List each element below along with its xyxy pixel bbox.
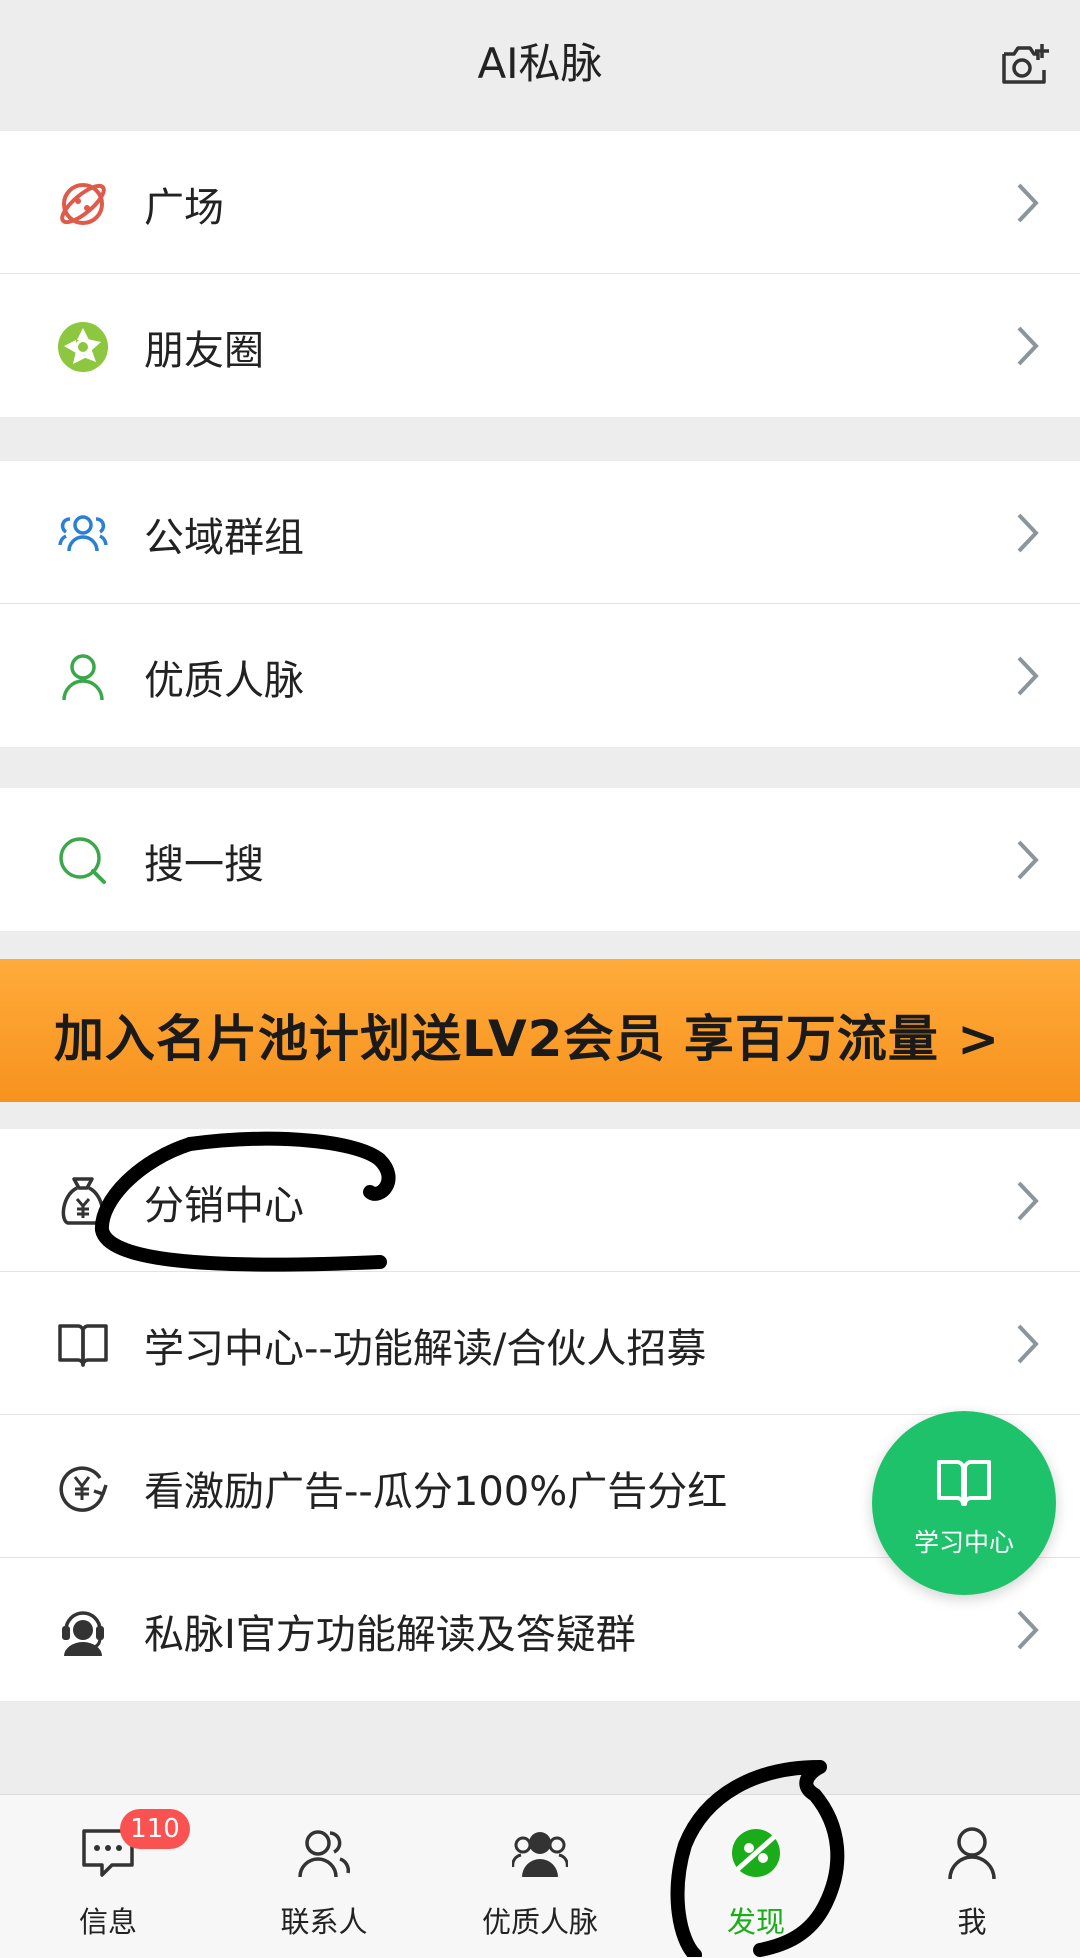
chevron-right-icon: [1017, 1181, 1039, 1221]
tab-label: 优质人脉: [481, 1905, 598, 1939]
bottom-tab-bar: 110 信息 联系人 优质人脉 发现 我: [0, 1794, 1080, 1958]
menu-group-1: 广场 朋友圈: [0, 131, 1080, 417]
page-title: AI私脉: [477, 39, 603, 88]
yuan-refresh-icon: [59, 1466, 108, 1512]
menu-item-search[interactable]: 搜一搜: [0, 788, 1080, 931]
menu-item-label: 朋友圈: [144, 328, 264, 374]
tab-discover[interactable]: 发现: [648, 1795, 864, 1958]
tab-label: 联系人: [280, 1905, 368, 1939]
menu-item-label: 私脉I官方功能解读及答疑群: [144, 1612, 636, 1658]
contacts-icon: [298, 1830, 351, 1878]
menu-item-square[interactable]: 广场: [0, 131, 1080, 274]
headset-support-icon: [62, 1611, 104, 1656]
tab-label: 我: [957, 1905, 987, 1939]
tab-contacts[interactable]: 联系人: [216, 1795, 432, 1958]
tab-label: 发现: [726, 1905, 785, 1939]
menu-item-quality-contacts[interactable]: 优质人脉: [0, 604, 1080, 747]
chevron-right-icon: [1017, 183, 1039, 223]
unread-badge: 110: [120, 1809, 190, 1849]
promo-banner-text: 加入名片池计划送LV2会员 享百万流量 >: [54, 1010, 1001, 1068]
top-bar: AI私脉: [0, 0, 1080, 131]
planet-icon: [60, 183, 106, 225]
menu-item-label: 优质人脉: [144, 658, 304, 704]
fab-label: 学习中心: [913, 1528, 1014, 1557]
chevron-right-icon: [1017, 513, 1039, 553]
menu-group-3: 搜一搜: [0, 788, 1080, 931]
menu-item-label: 搜一搜: [144, 842, 264, 888]
money-bag-icon: [61, 1177, 105, 1225]
menu-group-2: 公域群组 优质人脉: [0, 461, 1080, 747]
menu-group-4: 分销中心 学习中心--功能解读/合伙人招募 看激励广告--瓜分100%广告分红 …: [0, 1129, 1080, 1701]
menu-item-learning-center[interactable]: 学习中心--功能解读/合伙人招募: [0, 1272, 1080, 1415]
discover-planet-icon: [732, 1829, 780, 1877]
chevron-right-icon: [1017, 840, 1039, 880]
learning-center-fab[interactable]: 学习中心: [872, 1411, 1056, 1595]
group-users-icon: [58, 515, 108, 552]
chevron-right-icon: [1017, 656, 1039, 696]
tab-quality-contacts[interactable]: 优质人脉: [432, 1795, 648, 1958]
menu-item-label: 分销中心: [144, 1183, 304, 1229]
me-person-icon: [948, 1827, 996, 1880]
menu-item-label: 广场: [144, 185, 224, 231]
book-icon: [58, 1324, 108, 1367]
search-icon: [59, 837, 106, 884]
menu-item-distribution-center[interactable]: 分销中心: [0, 1129, 1080, 1272]
menu-item-label: 看激励广告--瓜分100%广告分红: [144, 1469, 728, 1515]
menu-item-label: 公域群组: [144, 515, 304, 561]
quality-contacts-icon: [512, 1832, 568, 1877]
menu-item-label: 学习中心--功能解读/合伙人招募: [144, 1326, 707, 1372]
book-icon: [937, 1460, 991, 1506]
chevron-right-icon: [1017, 326, 1039, 366]
tab-me[interactable]: 我: [864, 1795, 1080, 1958]
chevron-right-icon: [1017, 1610, 1039, 1650]
tab-label: 信息: [78, 1905, 137, 1939]
camera-plus-icon[interactable]: [998, 38, 1050, 90]
menu-item-moments[interactable]: 朋友圈: [0, 274, 1080, 417]
promo-banner[interactable]: 加入名片池计划送LV2会员 享百万流量 >: [0, 959, 1080, 1102]
chevron-right-icon: [1017, 1324, 1039, 1364]
tab-messages[interactable]: 110 信息: [0, 1795, 216, 1958]
moments-aperture-icon: [58, 322, 108, 372]
person-icon: [62, 654, 104, 701]
menu-item-public-groups[interactable]: 公域群组: [0, 461, 1080, 604]
